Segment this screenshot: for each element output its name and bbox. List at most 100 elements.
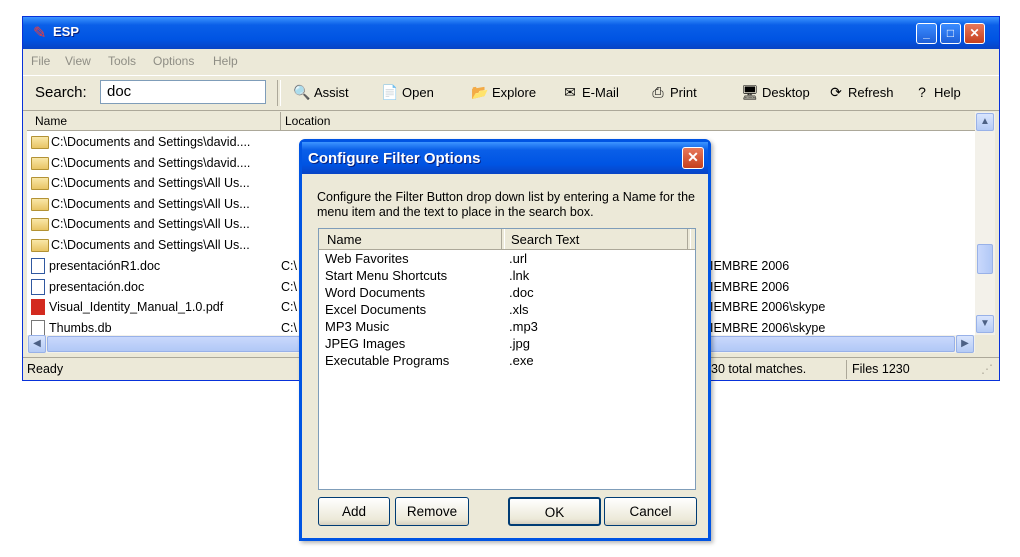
filter-item-name[interactable]: Executable Programs bbox=[325, 353, 449, 370]
column-location-header[interactable]: Location bbox=[285, 114, 330, 128]
print-label: Print bbox=[670, 85, 697, 100]
filter-item-name[interactable]: JPEG Images bbox=[325, 336, 405, 353]
filter-name-header[interactable]: Name bbox=[327, 232, 362, 247]
menu-bar: File View Tools Options Help bbox=[23, 51, 999, 73]
filter-item-text[interactable]: .url bbox=[509, 251, 527, 268]
column-divider[interactable] bbox=[687, 229, 691, 249]
refresh-button[interactable]: ⟳ Refresh bbox=[827, 84, 894, 101]
open-document-icon: 📄 bbox=[381, 84, 399, 100]
refresh-icon: ⟳ bbox=[830, 84, 842, 100]
menu-tools[interactable]: Tools bbox=[108, 54, 136, 68]
dialog-title-bar[interactable]: Configure Filter Options ✕ bbox=[302, 142, 708, 174]
search-input[interactable]: doc bbox=[100, 80, 266, 104]
item-location: C:\ bbox=[281, 300, 297, 314]
filter-search-text-header[interactable]: Search Text bbox=[511, 232, 579, 247]
explore-button[interactable]: 📂 Explore bbox=[471, 84, 536, 101]
scroll-up-button[interactable]: ▲ bbox=[976, 113, 994, 131]
column-divider[interactable] bbox=[280, 112, 281, 130]
printer-icon: ⎙ bbox=[652, 84, 664, 100]
word-document-icon bbox=[31, 279, 45, 295]
item-name: C:\Documents and Settings\david.... bbox=[51, 156, 251, 170]
filter-item-text[interactable]: .jpg bbox=[509, 336, 530, 353]
filter-options-dialog: Configure Filter Options ✕ Configure the… bbox=[299, 139, 711, 541]
assist-button[interactable]: 🔍 Assist bbox=[293, 84, 348, 101]
minimize-button[interactable]: _ bbox=[916, 23, 937, 44]
maximize-button[interactable]: □ bbox=[940, 23, 961, 44]
list-item[interactable]: C:\Documents and Settings\All Us... bbox=[31, 173, 250, 193]
dialog-close-button[interactable]: ✕ bbox=[682, 147, 704, 169]
filter-item-text[interactable]: .exe bbox=[509, 353, 534, 370]
item-name: Thumbs.db bbox=[49, 321, 112, 335]
magnifier-icon: 🔍 bbox=[293, 84, 311, 100]
question-icon: ? bbox=[918, 84, 926, 100]
item-name: C:\Documents and Settings\All Us... bbox=[51, 238, 250, 252]
filter-list[interactable]: Name Search Text Web Favorites .url Star… bbox=[318, 228, 696, 490]
status-ready: Ready bbox=[27, 362, 64, 376]
scroll-right-button[interactable]: ▶ bbox=[956, 335, 974, 353]
dialog-title: Configure Filter Options bbox=[308, 150, 481, 167]
menu-view[interactable]: View bbox=[65, 54, 91, 68]
filter-item-name[interactable]: MP3 Music bbox=[325, 319, 389, 336]
window-title: ESP bbox=[53, 24, 80, 39]
open-folder-icon: 📂 bbox=[471, 84, 489, 100]
column-name-header[interactable]: Name bbox=[35, 114, 67, 128]
email-label: E-Mail bbox=[582, 85, 619, 100]
filter-item-text[interactable]: .mp3 bbox=[509, 319, 538, 336]
item-location-tail: IEMBRE 2006 bbox=[710, 259, 790, 273]
item-location: C:\ bbox=[281, 280, 297, 294]
list-item[interactable]: C:\Documents and Settings\david.... bbox=[31, 153, 250, 173]
cancel-button[interactable]: Cancel bbox=[604, 497, 697, 526]
close-button[interactable]: ✕ bbox=[964, 23, 985, 44]
item-location-tail: IEMBRE 2006 bbox=[710, 280, 790, 294]
item-name: C:\Documents and Settings\All Us... bbox=[51, 197, 250, 211]
item-name: presentación.doc bbox=[49, 280, 145, 294]
list-item[interactable]: presentación.doc bbox=[31, 277, 144, 297]
print-button[interactable]: ⎙ Print bbox=[649, 84, 697, 101]
item-location-tail: IEMBRE 2006\skype bbox=[710, 321, 826, 335]
item-name: C:\Documents and Settings\david.... bbox=[51, 135, 251, 149]
open-button[interactable]: 📄 Open bbox=[381, 84, 434, 101]
refresh-label: Refresh bbox=[848, 85, 894, 100]
ok-button[interactable]: OK bbox=[508, 497, 601, 526]
item-location-tail: IEMBRE 2006\skype bbox=[710, 300, 826, 314]
list-item[interactable]: presentaciónR1.doc bbox=[31, 256, 160, 276]
list-item[interactable]: Visual_Identity_Manual_1.0.pdf bbox=[31, 297, 223, 317]
scroll-down-button[interactable]: ▼ bbox=[976, 315, 994, 333]
scroll-thumb[interactable] bbox=[977, 244, 993, 274]
item-name: Visual_Identity_Manual_1.0.pdf bbox=[49, 300, 224, 314]
filter-item-name[interactable]: Excel Documents bbox=[325, 302, 426, 319]
list-item[interactable]: C:\Documents and Settings\All Us... bbox=[31, 235, 250, 255]
help-button[interactable]: ? Help bbox=[913, 84, 961, 100]
menu-file[interactable]: File bbox=[31, 54, 50, 68]
add-button[interactable]: Add bbox=[318, 497, 390, 526]
menu-options[interactable]: Options bbox=[153, 54, 194, 68]
filter-item-name[interactable]: Web Favorites bbox=[325, 251, 409, 268]
item-location: C:\ bbox=[281, 321, 297, 335]
scroll-left-button[interactable]: ◀ bbox=[28, 335, 46, 353]
email-button[interactable]: ✉ E-Mail bbox=[561, 84, 619, 101]
toolbar-separator bbox=[277, 80, 281, 106]
column-divider[interactable] bbox=[501, 229, 505, 249]
desktop-icon: 🖥 bbox=[741, 84, 759, 100]
filter-item-text[interactable]: .doc bbox=[509, 285, 534, 302]
desktop-button[interactable]: 🖥 Desktop bbox=[741, 84, 810, 101]
folder-icon bbox=[31, 217, 49, 231]
filter-item-name[interactable]: Word Documents bbox=[325, 285, 425, 302]
filter-item-text[interactable]: .xls bbox=[509, 302, 529, 319]
open-label: Open bbox=[402, 85, 434, 100]
vertical-scrollbar[interactable]: ▲ ▼ bbox=[975, 112, 995, 335]
title-bar[interactable]: ✎ ESP _ □ ✕ bbox=[23, 17, 999, 49]
filter-item-name[interactable]: Start Menu Shortcuts bbox=[325, 268, 447, 285]
menu-help[interactable]: Help bbox=[213, 54, 238, 68]
desktop-label: Desktop bbox=[762, 85, 810, 100]
list-item[interactable]: C:\Documents and Settings\david.... bbox=[31, 132, 250, 152]
folder-icon bbox=[31, 176, 49, 190]
list-item[interactable]: C:\Documents and Settings\All Us... bbox=[31, 214, 250, 234]
filter-list-header: Name Search Text bbox=[319, 229, 695, 250]
list-item[interactable]: C:\Documents and Settings\All Us... bbox=[31, 194, 250, 214]
remove-button[interactable]: Remove bbox=[395, 497, 469, 526]
list-item[interactable]: Thumbs.db bbox=[31, 318, 112, 335]
item-location: C:\ bbox=[281, 259, 297, 273]
resize-grip-icon[interactable]: ⋰ bbox=[981, 362, 993, 376]
filter-item-text[interactable]: .lnk bbox=[509, 268, 529, 285]
